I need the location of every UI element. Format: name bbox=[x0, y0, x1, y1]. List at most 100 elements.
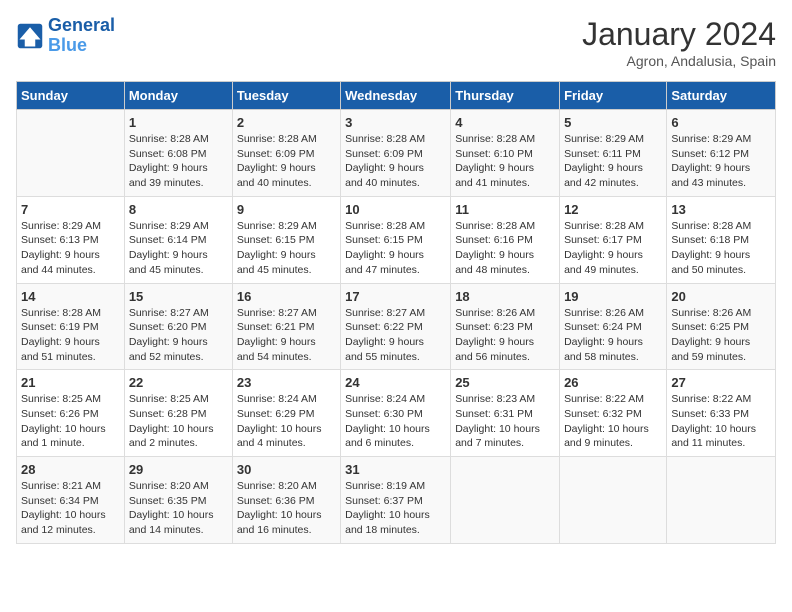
day-info: Sunrise: 8:20 AMSunset: 6:36 PMDaylight:… bbox=[237, 479, 336, 538]
calendar-cell: 23 Sunrise: 8:24 AMSunset: 6:29 PMDayligh… bbox=[232, 370, 340, 457]
day-info: Sunrise: 8:24 AMSunset: 6:29 PMDaylight:… bbox=[237, 392, 336, 451]
day-number: 17 bbox=[345, 289, 446, 304]
calendar-cell: 30 Sunrise: 8:20 AMSunset: 6:36 PMDayligh… bbox=[232, 457, 340, 544]
calendar-cell: 4Sunrise: 8:28 AMSunset: 6:10 PMDaylight… bbox=[451, 110, 560, 197]
day-info: Sunrise: 8:29 AMSunset: 6:15 PMDaylight:… bbox=[237, 219, 336, 278]
day-number: 25 bbox=[455, 375, 555, 390]
month-title: January 2024 bbox=[582, 16, 776, 53]
calendar-week-row: 14 Sunrise: 8:28 AMSunset: 6:19 PMDayligh… bbox=[17, 283, 776, 370]
calendar-cell: 3Sunrise: 8:28 AMSunset: 6:09 PMDaylight… bbox=[341, 110, 451, 197]
day-number: 11 bbox=[455, 202, 555, 217]
calendar-week-row: 28Sunrise: 8:21 AMSunset: 6:34 PMDayligh… bbox=[17, 457, 776, 544]
day-number: 6 bbox=[671, 115, 771, 130]
day-number: 31 bbox=[345, 462, 446, 477]
calendar-cell: 8 Sunrise: 8:29 AMSunset: 6:14 PMDaylight… bbox=[124, 196, 232, 283]
day-info: Sunrise: 8:26 AMSunset: 6:23 PMDaylight:… bbox=[455, 306, 555, 365]
day-number: 5 bbox=[564, 115, 662, 130]
day-number: 21 bbox=[21, 375, 120, 390]
calendar-cell: 20 Sunrise: 8:26 AMSunset: 6:25 PMDayligh… bbox=[667, 283, 776, 370]
day-info: Sunrise: 8:29 AMSunset: 6:14 PMDaylight:… bbox=[129, 219, 228, 278]
day-number: 14 bbox=[21, 289, 120, 304]
day-info: Sunrise: 8:27 AMSunset: 6:21 PMDaylight:… bbox=[237, 306, 336, 365]
day-info: Sunrise: 8:19 AMSunset: 6:37 PMDaylight:… bbox=[345, 479, 446, 538]
day-number: 2 bbox=[237, 115, 336, 130]
day-number: 27 bbox=[671, 375, 771, 390]
day-info: Sunrise: 8:22 AMSunset: 6:33 PMDaylight:… bbox=[671, 392, 771, 451]
weekday-header-friday: Friday bbox=[560, 82, 667, 110]
calendar-cell: 24 Sunrise: 8:24 AMSunset: 6:30 PMDayligh… bbox=[341, 370, 451, 457]
day-info: Sunrise: 8:28 AMSunset: 6:17 PMDaylight:… bbox=[564, 219, 662, 278]
logo: GeneralBlue bbox=[16, 16, 115, 56]
calendar-cell: 22Sunrise: 8:25 AMSunset: 6:28 PMDayligh… bbox=[124, 370, 232, 457]
day-number: 23 bbox=[237, 375, 336, 390]
calendar-cell: 11 Sunrise: 8:28 AMSunset: 6:16 PMDayligh… bbox=[451, 196, 560, 283]
calendar-cell: 21 Sunrise: 8:25 AMSunset: 6:26 PMDayligh… bbox=[17, 370, 125, 457]
calendar-cell: 19Sunrise: 8:26 AMSunset: 6:24 PMDayligh… bbox=[560, 283, 667, 370]
calendar-cell: 6 Sunrise: 8:29 AMSunset: 6:12 PMDaylight… bbox=[667, 110, 776, 197]
calendar-cell: 10 Sunrise: 8:28 AMSunset: 6:15 PMDayligh… bbox=[341, 196, 451, 283]
day-info: Sunrise: 8:29 AMSunset: 6:12 PMDaylight:… bbox=[671, 132, 771, 191]
day-info: Sunrise: 8:20 AMSunset: 6:35 PMDaylight:… bbox=[129, 479, 228, 538]
day-number: 13 bbox=[671, 202, 771, 217]
calendar-cell: 26Sunrise: 8:22 AMSunset: 6:32 PMDayligh… bbox=[560, 370, 667, 457]
page-header: GeneralBlue January 2024 Agron, Andalusi… bbox=[16, 16, 776, 69]
day-number: 18 bbox=[455, 289, 555, 304]
day-info: Sunrise: 8:29 AMSunset: 6:11 PMDaylight:… bbox=[564, 132, 662, 191]
day-number: 1 bbox=[129, 115, 228, 130]
day-number: 8 bbox=[129, 202, 228, 217]
weekday-header-tuesday: Tuesday bbox=[232, 82, 340, 110]
calendar-cell: 28Sunrise: 8:21 AMSunset: 6:34 PMDayligh… bbox=[17, 457, 125, 544]
calendar-cell: 17 Sunrise: 8:27 AMSunset: 6:22 PMDayligh… bbox=[341, 283, 451, 370]
day-number: 10 bbox=[345, 202, 446, 217]
day-info: Sunrise: 8:27 AMSunset: 6:20 PMDaylight:… bbox=[129, 306, 228, 365]
calendar-week-row: 7Sunrise: 8:29 AMSunset: 6:13 PMDaylight… bbox=[17, 196, 776, 283]
calendar-cell bbox=[560, 457, 667, 544]
day-number: 15 bbox=[129, 289, 228, 304]
day-info: Sunrise: 8:29 AMSunset: 6:13 PMDaylight:… bbox=[21, 219, 120, 278]
calendar-cell: 16 Sunrise: 8:27 AMSunset: 6:21 PMDayligh… bbox=[232, 283, 340, 370]
calendar-week-row: 21 Sunrise: 8:25 AMSunset: 6:26 PMDayligh… bbox=[17, 370, 776, 457]
day-number: 24 bbox=[345, 375, 446, 390]
day-info: Sunrise: 8:28 AMSunset: 6:18 PMDaylight:… bbox=[671, 219, 771, 278]
day-info: Sunrise: 8:28 AMSunset: 6:19 PMDaylight:… bbox=[21, 306, 120, 365]
calendar-cell: 31 Sunrise: 8:19 AMSunset: 6:37 PMDayligh… bbox=[341, 457, 451, 544]
calendar-week-row: 1 Sunrise: 8:28 AMSunset: 6:08 PMDaylight… bbox=[17, 110, 776, 197]
calendar-cell: 15 Sunrise: 8:27 AMSunset: 6:20 PMDayligh… bbox=[124, 283, 232, 370]
day-number: 22 bbox=[129, 375, 228, 390]
day-info: Sunrise: 8:26 AMSunset: 6:25 PMDaylight:… bbox=[671, 306, 771, 365]
calendar-cell: 27 Sunrise: 8:22 AMSunset: 6:33 PMDayligh… bbox=[667, 370, 776, 457]
weekday-header-saturday: Saturday bbox=[667, 82, 776, 110]
day-info: Sunrise: 8:24 AMSunset: 6:30 PMDaylight:… bbox=[345, 392, 446, 451]
calendar-cell: 7Sunrise: 8:29 AMSunset: 6:13 PMDaylight… bbox=[17, 196, 125, 283]
day-number: 4 bbox=[455, 115, 555, 130]
calendar-header-row: SundayMondayTuesdayWednesdayThursdayFrid… bbox=[17, 82, 776, 110]
weekday-header-thursday: Thursday bbox=[451, 82, 560, 110]
day-number: 16 bbox=[237, 289, 336, 304]
calendar-cell: 18 Sunrise: 8:26 AMSunset: 6:23 PMDayligh… bbox=[451, 283, 560, 370]
calendar-cell bbox=[17, 110, 125, 197]
day-info: Sunrise: 8:28 AMSunset: 6:08 PMDaylight:… bbox=[129, 132, 228, 191]
calendar-cell: 13 Sunrise: 8:28 AMSunset: 6:18 PMDayligh… bbox=[667, 196, 776, 283]
day-number: 30 bbox=[237, 462, 336, 477]
day-info: Sunrise: 8:28 AMSunset: 6:16 PMDaylight:… bbox=[455, 219, 555, 278]
title-block: January 2024 Agron, Andalusia, Spain bbox=[582, 16, 776, 69]
day-info: Sunrise: 8:22 AMSunset: 6:32 PMDaylight:… bbox=[564, 392, 662, 451]
day-info: Sunrise: 8:28 AMSunset: 6:09 PMDaylight:… bbox=[237, 132, 336, 191]
day-info: Sunrise: 8:25 AMSunset: 6:26 PMDaylight:… bbox=[21, 392, 120, 451]
calendar-cell: 14 Sunrise: 8:28 AMSunset: 6:19 PMDayligh… bbox=[17, 283, 125, 370]
calendar-cell: 1 Sunrise: 8:28 AMSunset: 6:08 PMDaylight… bbox=[124, 110, 232, 197]
day-number: 3 bbox=[345, 115, 446, 130]
calendar-cell: 5 Sunrise: 8:29 AMSunset: 6:11 PMDaylight… bbox=[560, 110, 667, 197]
location-subtitle: Agron, Andalusia, Spain bbox=[582, 53, 776, 69]
day-info: Sunrise: 8:28 AMSunset: 6:15 PMDaylight:… bbox=[345, 219, 446, 278]
calendar-cell bbox=[667, 457, 776, 544]
day-info: Sunrise: 8:27 AMSunset: 6:22 PMDaylight:… bbox=[345, 306, 446, 365]
day-number: 20 bbox=[671, 289, 771, 304]
calendar-cell: 9Sunrise: 8:29 AMSunset: 6:15 PMDaylight… bbox=[232, 196, 340, 283]
calendar-cell bbox=[451, 457, 560, 544]
day-number: 29 bbox=[129, 462, 228, 477]
day-info: Sunrise: 8:23 AMSunset: 6:31 PMDaylight:… bbox=[455, 392, 555, 451]
day-info: Sunrise: 8:21 AMSunset: 6:34 PMDaylight:… bbox=[21, 479, 120, 538]
day-number: 19 bbox=[564, 289, 662, 304]
calendar-cell: 25 Sunrise: 8:23 AMSunset: 6:31 PMDayligh… bbox=[451, 370, 560, 457]
